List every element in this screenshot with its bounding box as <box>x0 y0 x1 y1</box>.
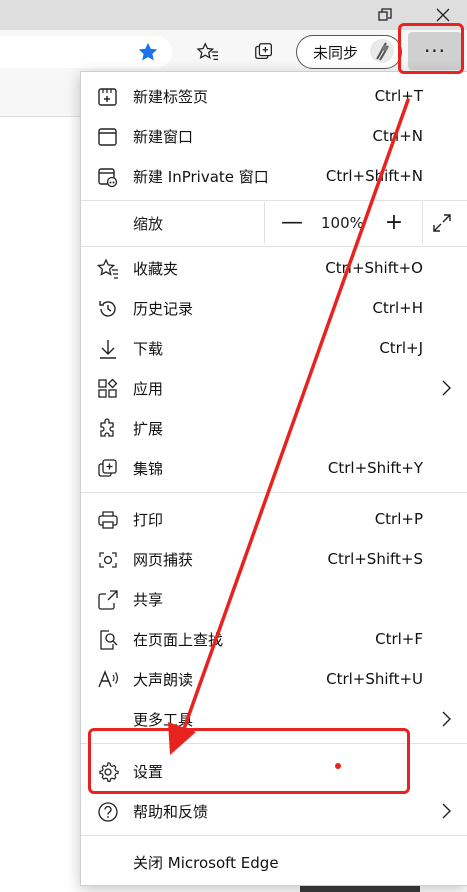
favorites-icon <box>97 258 118 279</box>
menu-label: 新建 InPrivate 窗口 <box>133 167 269 186</box>
extensions-icon <box>100 418 114 437</box>
title-bar <box>0 0 467 30</box>
menu-shortcut: Ctrl+Shift+N <box>325 167 423 185</box>
zoom-control: — 100% + <box>264 202 423 244</box>
zoom-in-button[interactable]: + <box>379 206 409 240</box>
collections-icon[interactable] <box>248 36 280 68</box>
annotation-highlight-settings <box>88 728 410 794</box>
menu-item-extensions[interactable]: 扩展 <box>81 408 467 448</box>
web-capture-icon <box>99 552 117 568</box>
menu-item-share[interactable]: 共享 <box>81 579 467 619</box>
menu-item-new-window[interactable]: 新建窗口 Ctrl+N <box>81 116 467 156</box>
zoom-row: 缩放 — 100% + <box>81 202 467 244</box>
menu-item-close-edge[interactable]: 关闭 Microsoft Edge <box>81 842 467 882</box>
menu-item-apps[interactable]: 应用 <box>81 368 467 408</box>
menu-divider <box>81 246 467 247</box>
zoom-label: 缩放 <box>133 215 164 233</box>
page-header-strip <box>0 74 80 117</box>
inprivate-window-icon <box>98 168 118 188</box>
menu-shortcut: Ctrl+Shift+O <box>325 259 423 277</box>
menu-item-web-capture[interactable]: 网页捕获 Ctrl+Shift+S <box>81 539 467 579</box>
menu-item-find-on-page[interactable]: 在页面上查找 Ctrl+F <box>81 619 467 659</box>
menu-label: 新建标签页 <box>133 87 209 106</box>
menu-divider <box>81 835 467 836</box>
favorite-star-icon[interactable] <box>132 36 164 68</box>
menu-label: 关闭 Microsoft Edge <box>133 853 279 872</box>
chevron-right-icon <box>442 803 451 819</box>
menu-item-history[interactable]: 历史记录 Ctrl+H <box>81 288 467 328</box>
menu-item-new-inprivate[interactable]: 新建 InPrivate 窗口 Ctrl+Shift+N <box>81 156 467 196</box>
menu-divider <box>81 492 467 493</box>
history-icon <box>99 301 116 317</box>
menu-item-print[interactable]: 打印 Ctrl+P <box>81 499 467 539</box>
menu-label: 大声朗读 <box>133 670 194 689</box>
menu-item-new-tab[interactable]: 新建标签页 Ctrl+T <box>81 76 467 116</box>
menu-item-help-feedback[interactable]: 帮助和反馈 <box>81 791 467 831</box>
menu-divider <box>81 200 467 201</box>
menu-item-collections[interactable]: 集锦 Ctrl+Shift+Y <box>81 448 467 488</box>
menu-label: 在页面上查找 <box>133 630 224 649</box>
read-aloud-icon <box>98 670 118 688</box>
collections-icon <box>98 459 117 477</box>
apps-icon <box>98 378 118 398</box>
menu-shortcut: Ctrl+P <box>374 510 423 528</box>
find-icon <box>100 630 118 650</box>
print-icon <box>98 511 118 529</box>
menu-label: 共享 <box>133 590 164 609</box>
sync-status-button[interactable]: 未同步 <box>296 35 402 69</box>
menu-label: 收藏夹 <box>133 259 179 278</box>
chevron-right-icon <box>442 380 451 396</box>
menu-label: 帮助和反馈 <box>133 802 209 821</box>
menu-shortcut: Ctrl+Shift+S <box>327 550 423 568</box>
menu-shortcut: Ctrl+H <box>372 299 423 317</box>
menu-shortcut: Ctrl+Shift+U <box>326 670 423 688</box>
fullscreen-icon[interactable] <box>431 212 453 234</box>
menu-label: 新建窗口 <box>133 127 194 146</box>
menu-label: 下载 <box>133 339 164 358</box>
annotation-highlight-more-button <box>398 23 464 74</box>
menu-item-favorites[interactable]: 收藏夹 Ctrl+Shift+O <box>81 248 467 288</box>
share-icon <box>98 590 118 610</box>
menu-shortcut: Ctrl+N <box>372 127 423 145</box>
zoom-out-button[interactable]: — <box>277 206 307 240</box>
zoom-level: 100% <box>321 214 364 232</box>
menu-label: 集锦 <box>133 459 164 478</box>
annotation-dot <box>335 763 341 769</box>
menu-shortcut: Ctrl+Shift+Y <box>327 459 423 477</box>
help-icon <box>98 802 118 822</box>
chevron-right-icon <box>442 711 451 727</box>
profile-avatar <box>370 39 394 63</box>
sync-label: 未同步 <box>313 43 359 62</box>
menu-label: 打印 <box>133 510 164 529</box>
menu-label: 更多工具 <box>133 710 194 729</box>
menu-label: 历史记录 <box>133 299 194 318</box>
menu-label: 扩展 <box>133 419 164 438</box>
menu-item-read-aloud[interactable]: 大声朗读 Ctrl+Shift+U <box>81 659 467 699</box>
new-tab-icon <box>98 88 117 106</box>
menu-shortcut: Ctrl+J <box>379 339 423 357</box>
menu-shortcut: Ctrl+T <box>374 87 423 105</box>
favorites-icon[interactable] <box>192 36 224 68</box>
download-icon <box>100 340 116 359</box>
menu-item-downloads[interactable]: 下载 Ctrl+J <box>81 328 467 368</box>
menu-label: 应用 <box>133 379 164 398</box>
menu-label: 网页捕获 <box>133 550 194 569</box>
new-window-icon <box>98 128 117 146</box>
menu-shortcut: Ctrl+F <box>375 630 423 648</box>
